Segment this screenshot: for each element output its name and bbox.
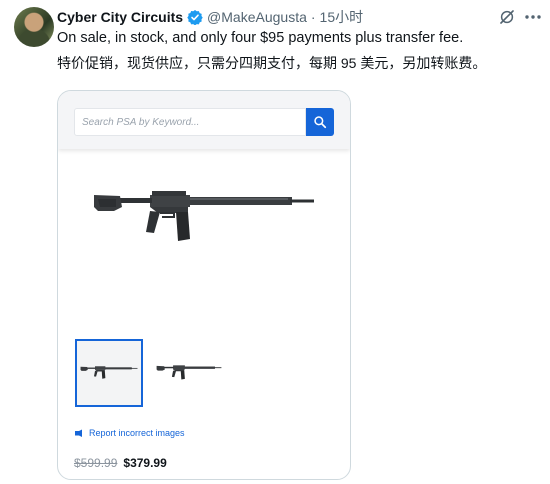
sale-price: $379.99 bbox=[123, 456, 167, 470]
avatar[interactable] bbox=[14, 7, 54, 47]
grok-icon[interactable] bbox=[497, 7, 517, 27]
original-price: $599.99 bbox=[74, 456, 118, 470]
tweet-header: Cyber City Circuits @MakeAugusta · 15小时 bbox=[57, 7, 363, 27]
user-handle[interactable]: @MakeAugusta bbox=[207, 9, 307, 25]
flag-icon bbox=[75, 429, 82, 437]
search-input[interactable]: Search PSA by Keyword... bbox=[74, 108, 306, 136]
separator-dot: · bbox=[310, 9, 316, 25]
tweet: Cyber City Circuits @MakeAugusta · 15小时 … bbox=[0, 0, 550, 484]
timestamp[interactable]: 15小时 bbox=[320, 7, 364, 27]
search-button[interactable] bbox=[306, 108, 334, 136]
tweet-text-original: On sale, in stock, and only four $95 pay… bbox=[57, 30, 464, 46]
price-row: $599.99 $379.99 bbox=[74, 456, 167, 470]
tweet-text-translation: 特价促销，现货供应，只需分四期支付，每期 95 美元，另加转账费。 bbox=[57, 55, 487, 71]
search-icon bbox=[314, 116, 327, 129]
verified-badge-icon bbox=[187, 9, 203, 25]
more-icon[interactable] bbox=[521, 7, 545, 27]
tweet-media-image[interactable]: Search PSA by Keyword... Report incorrec… bbox=[57, 90, 351, 480]
product-image bbox=[92, 187, 316, 251]
thumbnail[interactable] bbox=[153, 339, 225, 407]
display-name[interactable]: Cyber City Circuits bbox=[57, 9, 183, 25]
report-link-label[interactable]: Report incorrect images bbox=[89, 428, 185, 438]
thumbnail-selected[interactable] bbox=[75, 339, 143, 407]
report-incorrect-images-link[interactable]: Report incorrect images bbox=[74, 428, 185, 438]
